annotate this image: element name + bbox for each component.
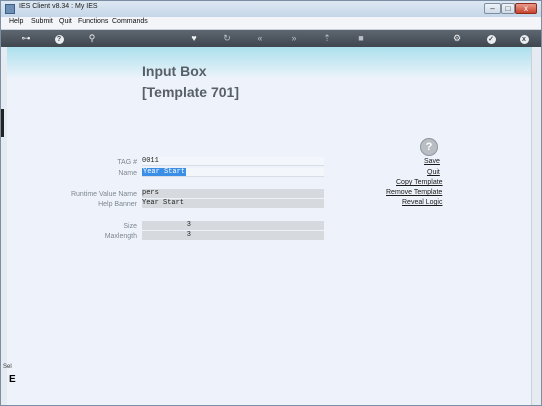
sidebar-label: Sel (3, 364, 12, 370)
page-title: Input Box (142, 63, 207, 79)
right-panel-edge (531, 47, 541, 405)
size-label: Size (123, 223, 137, 230)
maxlength-field[interactable]: 3 (142, 231, 324, 240)
menu-functions[interactable]: Functions (78, 18, 108, 25)
quit-link[interactable]: Quit (427, 169, 440, 176)
help-circle-icon[interactable]: ? (420, 138, 438, 156)
size-field[interactable]: 3 (142, 221, 324, 230)
menu-commands[interactable]: Commands (112, 18, 148, 25)
runtime-value-name-label: Runtime Value Name (70, 191, 137, 198)
key-icon[interactable]: ⊶ (15, 30, 37, 47)
maximize-button[interactable]: □ (501, 3, 515, 14)
copy-template-link[interactable]: Copy Template (396, 179, 443, 186)
name-field[interactable]: Year Start (142, 168, 324, 177)
gear-icon[interactable]: ⚙ (449, 30, 465, 47)
save-link[interactable]: Save (424, 158, 440, 165)
runtime-value-name-field[interactable]: pers (142, 189, 324, 198)
maxlength-label: Maxlength (104, 233, 137, 240)
sidebar-letter: E (9, 374, 16, 385)
forward-icon[interactable]: » (286, 30, 302, 47)
back-icon[interactable]: « (252, 30, 268, 47)
remove-template-link[interactable]: Remove Template (386, 189, 442, 196)
app-window: IES Client v8.34 : My IES – □ x Help Sub… (0, 0, 542, 406)
name-label: Name (118, 170, 137, 177)
tag-label: TAG # (117, 159, 137, 166)
check-icon: ✓ (486, 35, 496, 44)
menu-help[interactable]: Help (9, 18, 23, 25)
refresh-icon[interactable]: ↻ (219, 30, 235, 47)
help-banner-field[interactable]: Year Start (142, 199, 324, 208)
help-icon: ? (54, 35, 64, 44)
app-icon (5, 4, 15, 14)
name-field-selection: Year Start (142, 168, 187, 176)
menu-submit[interactable]: Submit (31, 18, 53, 25)
help-toolbar-button[interactable]: ? (51, 30, 67, 47)
stop-icon[interactable]: ■ (353, 30, 369, 47)
title-bar: IES Client v8.34 : My IES – □ x (1, 1, 541, 17)
tag-field[interactable]: 0011 (142, 157, 324, 166)
ok-button[interactable]: ✓ (483, 30, 499, 47)
reveal-logic-link[interactable]: Reveal Logic (402, 199, 442, 206)
left-edge-marker (1, 109, 4, 137)
heart-icon[interactable]: ♥ (186, 30, 202, 47)
toolbar: ⊶ ? ⚲ ♥ ↻ « » ⇡ ■ ⚙ ✓ x (1, 30, 541, 47)
menu-quit[interactable]: Quit (59, 18, 72, 25)
search-icon[interactable]: ⚲ (84, 30, 100, 47)
help-banner-label: Help Banner (98, 201, 137, 208)
page-subtitle: [Template 701] (142, 84, 239, 100)
upload-icon[interactable]: ⇡ (319, 30, 335, 47)
window-title: IES Client v8.34 : My IES (19, 3, 98, 10)
cancel-icon: x (519, 35, 529, 44)
close-button[interactable]: x (515, 3, 537, 14)
header-band (7, 47, 531, 79)
menu-bar: Help Submit Quit Functions Commands (1, 17, 541, 30)
cancel-button[interactable]: x (516, 30, 532, 47)
minimize-button[interactable]: – (484, 3, 501, 14)
